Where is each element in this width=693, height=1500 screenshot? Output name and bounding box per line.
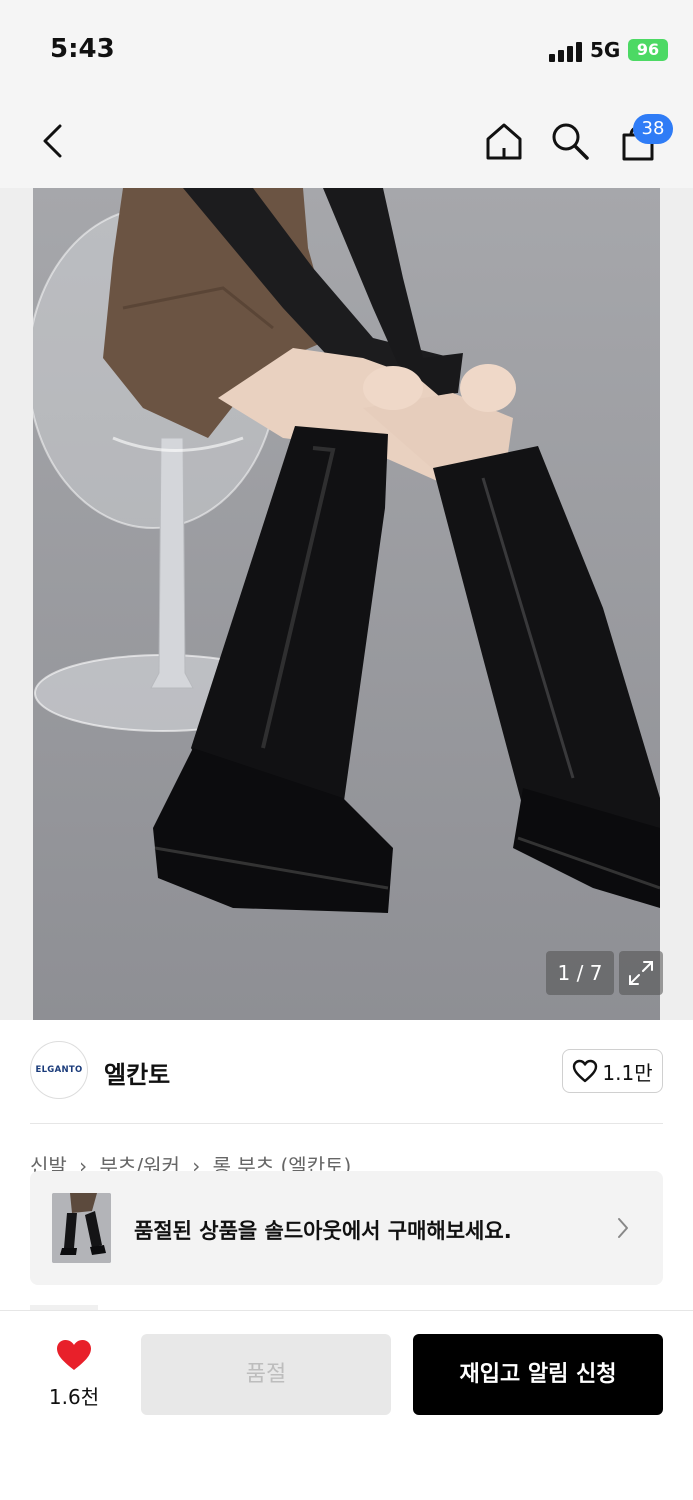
product-photo-illustration bbox=[33, 188, 660, 1020]
wish-button[interactable] bbox=[40, 1338, 108, 1376]
banner-thumbnail bbox=[52, 1193, 111, 1263]
brand-logo[interactable]: ELGANTO bbox=[30, 1041, 88, 1099]
status-time: 5:43 bbox=[50, 34, 115, 64]
image-counter: 1 / 7 bbox=[546, 951, 614, 995]
home-button[interactable] bbox=[480, 117, 528, 165]
restock-alert-button[interactable]: 재입고 알림 신청 bbox=[413, 1334, 663, 1415]
search-icon bbox=[552, 123, 589, 160]
breadcrumb-item[interactable]: 부츠/워커 bbox=[100, 1154, 180, 1172]
status-bar: 5:43 5G 96 bbox=[0, 0, 693, 100]
soldout-banner[interactable]: 품절된 상품을 솔드아웃에서 구매해보세요. bbox=[30, 1171, 663, 1285]
heart-outline-icon bbox=[573, 1059, 598, 1083]
soldout-banner-text: 품절된 상품을 솔드아웃에서 구매해보세요. bbox=[134, 1219, 512, 1243]
wish-count: 1.6천 bbox=[48, 1385, 100, 1409]
divider bbox=[30, 1123, 663, 1124]
signal-icon bbox=[549, 40, 583, 62]
product-image[interactable] bbox=[33, 188, 660, 1020]
network-label: 5G bbox=[590, 38, 621, 62]
brand-name[interactable]: 엘칸토 bbox=[104, 1055, 170, 1090]
breadcrumb-item[interactable]: 롱 부츠 (엘칸토) bbox=[213, 1154, 352, 1172]
breadcrumb: 신발 › 부츠/워커 › 롱 부츠 (엘칸토) bbox=[30, 1152, 357, 1172]
search-button[interactable] bbox=[546, 117, 594, 165]
back-button[interactable] bbox=[28, 117, 76, 165]
battery-level: 96 bbox=[636, 40, 660, 59]
soldout-button[interactable]: 품절 bbox=[141, 1334, 391, 1415]
expand-icon bbox=[629, 961, 653, 985]
battery-icon: 96 bbox=[628, 39, 668, 61]
cart-count-badge: 38 bbox=[633, 114, 673, 144]
brand-logo-text: ELGANTO bbox=[35, 1065, 83, 1075]
breadcrumb-separator: › bbox=[192, 1154, 201, 1172]
chevron-right-icon bbox=[618, 1218, 628, 1238]
home-icon bbox=[486, 123, 522, 160]
breadcrumb-separator: › bbox=[79, 1154, 88, 1172]
fullscreen-button[interactable] bbox=[619, 951, 663, 995]
chevron-left-icon bbox=[43, 124, 62, 158]
brand-like-count: 1.1만 bbox=[602, 1060, 653, 1085]
breadcrumb-item[interactable]: 신발 bbox=[30, 1154, 67, 1172]
brand-like-button[interactable]: 1.1만 bbox=[562, 1049, 663, 1093]
heart-filled-icon bbox=[57, 1340, 91, 1370]
